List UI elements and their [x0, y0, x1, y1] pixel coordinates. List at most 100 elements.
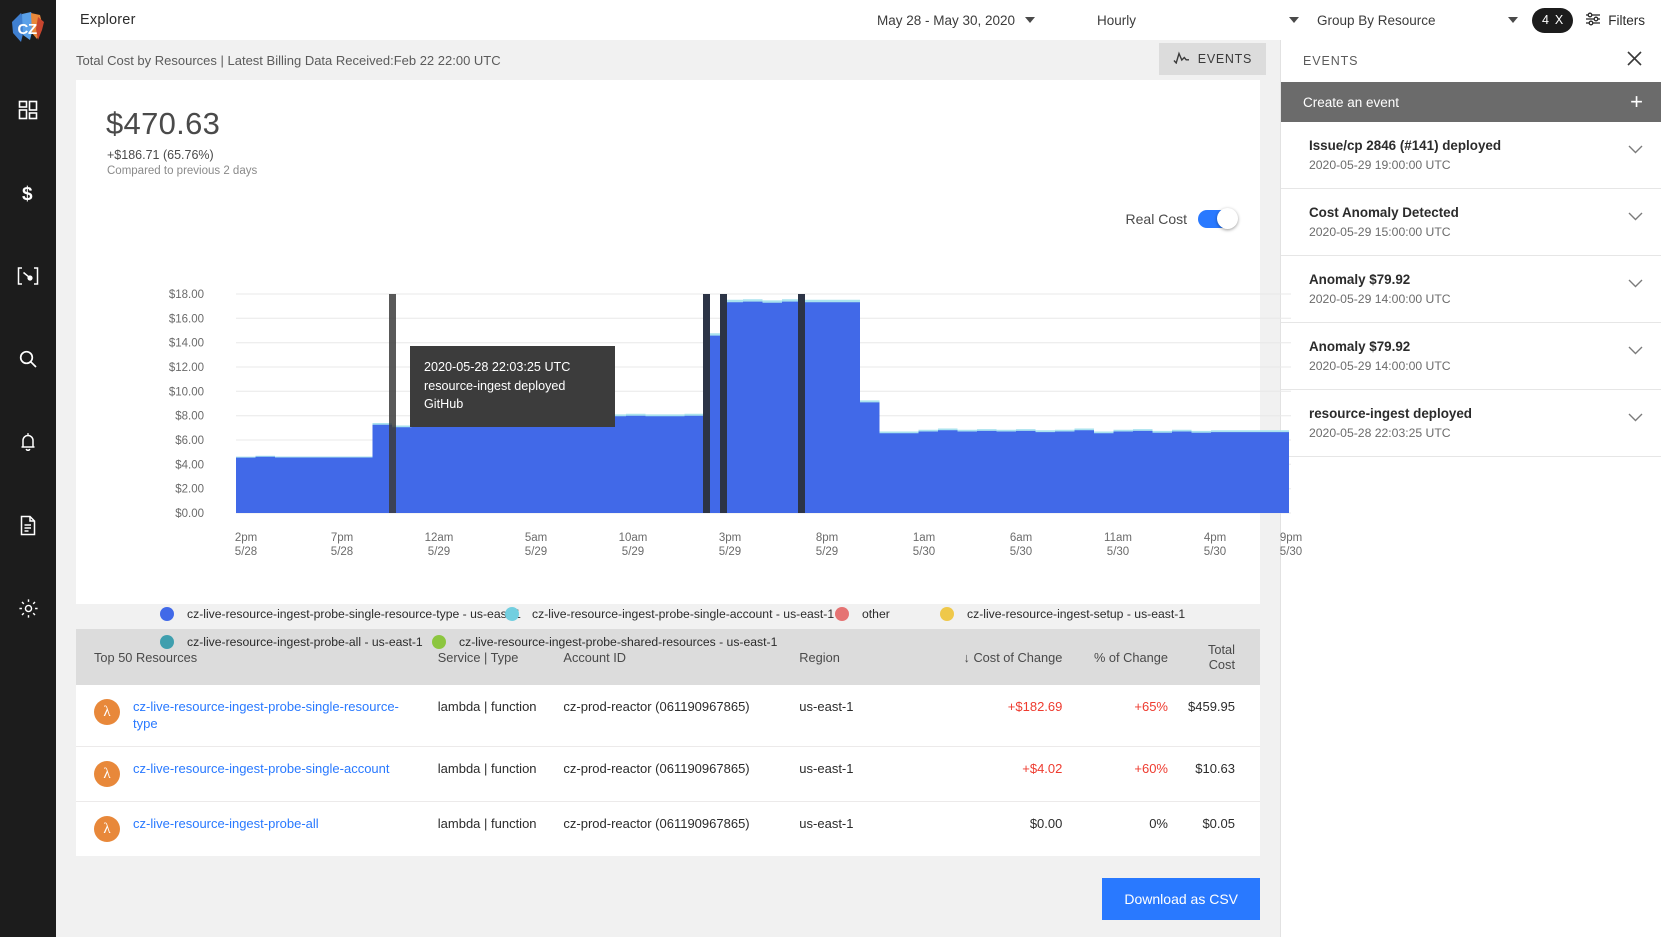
- document-icon: [19, 515, 37, 536]
- legend-item-3[interactable]: cz-live-resource-ingest-setup - us-east-…: [940, 607, 1185, 621]
- chevron-down-icon[interactable]: [1628, 275, 1643, 293]
- body-column: Explorer May 28 - May 30, 2020 Hourly Gr…: [56, 0, 1661, 937]
- sidebar-item-search[interactable]: [0, 331, 56, 387]
- event-list-item[interactable]: Cost Anomaly Detected 2020-05-29 15:00:0…: [1281, 189, 1661, 256]
- events-panel-header: EVENTS: [1281, 40, 1661, 82]
- app-logo[interactable]: C Z: [0, 0, 56, 56]
- svg-text:$6.00: $6.00: [175, 435, 204, 447]
- resource-link[interactable]: cz-live-resource-ingest-probe-single-acc…: [133, 761, 390, 778]
- billing-subtitle: Total Cost by Resources | Latest Billing…: [76, 53, 501, 68]
- legend-color-swatch: [432, 635, 446, 649]
- event-list-item[interactable]: Issue/cp 2846 (#141) deployed 2020-05-29…: [1281, 122, 1661, 189]
- clear-filters-icon[interactable]: X: [1555, 13, 1563, 27]
- svg-text:$4.00: $4.00: [175, 459, 204, 471]
- event-list-item[interactable]: Anomaly $79.92 2020-05-29 14:00:00 UTC: [1281, 256, 1661, 323]
- event-text: Anomaly $79.92 2020-05-29 14:00:00 UTC: [1309, 272, 1628, 306]
- close-icon[interactable]: [1626, 50, 1643, 72]
- group-by-select[interactable]: Group By Resource: [1317, 0, 1532, 40]
- sidebar-item-resources[interactable]: [0, 248, 56, 304]
- event-timestamp: 2020-05-29 15:00:00 UTC: [1309, 225, 1628, 239]
- sidebar-item-reports[interactable]: [0, 497, 56, 553]
- svg-text:11am: 11am: [1104, 532, 1132, 544]
- legend-color-swatch: [940, 607, 954, 621]
- event-marker-issue-deployed: [798, 294, 805, 513]
- legend-item-5[interactable]: cz-live-resource-ingest-probe-shared-res…: [432, 635, 777, 649]
- legend-color-swatch: [505, 607, 519, 621]
- legend-item-0[interactable]: cz-live-resource-ingest-probe-single-res…: [160, 607, 505, 621]
- cell-resource: λ cz-live-resource-ingest-probe-single-a…: [76, 747, 438, 802]
- dashboard-icon: [18, 100, 38, 120]
- chevron-down-icon: [1508, 17, 1518, 23]
- svg-text:5am: 5am: [525, 532, 547, 544]
- granularity-value: Hourly: [1097, 13, 1136, 28]
- table-row[interactable]: λ cz-live-resource-ingest-probe-all lamb…: [76, 802, 1260, 857]
- date-range-select[interactable]: May 28 - May 30, 2020: [877, 0, 1097, 40]
- create-event-button[interactable]: Create an event +: [1281, 82, 1661, 122]
- cell-total-cost: $459.95: [1188, 685, 1260, 747]
- svg-text:$12.00: $12.00: [169, 362, 204, 374]
- chevron-down-icon[interactable]: [1628, 409, 1643, 427]
- resources-icon: [16, 266, 40, 286]
- svg-text:$10.00: $10.00: [169, 386, 204, 398]
- event-list-item[interactable]: resource-ingest deployed 2020-05-28 22:0…: [1281, 390, 1661, 457]
- chevron-down-icon[interactable]: [1628, 208, 1643, 226]
- real-cost-toggle[interactable]: [1198, 210, 1236, 228]
- group-by-value: Group By Resource: [1317, 13, 1436, 28]
- cell-resource: λ cz-live-resource-ingest-probe-single-r…: [76, 685, 438, 747]
- svg-text:$18.00: $18.00: [169, 289, 204, 301]
- event-text: Cost Anomaly Detected 2020-05-29 15:00:0…: [1309, 205, 1628, 239]
- event-marker-anomaly-2: [720, 294, 727, 513]
- event-title: Issue/cp 2846 (#141) deployed: [1309, 138, 1628, 153]
- svg-text:5/28: 5/28: [235, 546, 257, 558]
- event-text: Anomaly $79.92 2020-05-29 14:00:00 UTC: [1309, 339, 1628, 373]
- events-toggle-button[interactable]: EVENTS: [1159, 43, 1266, 75]
- table-row[interactable]: λ cz-live-resource-ingest-probe-single-r…: [76, 685, 1260, 747]
- chart-legend: cz-live-resource-ingest-probe-single-res…: [76, 607, 1260, 663]
- svg-text:5/29: 5/29: [622, 546, 644, 558]
- legend-label: cz-live-resource-ingest-probe-shared-res…: [459, 635, 777, 649]
- tooltip-source: GitHub: [424, 395, 601, 414]
- cell-resource: λ cz-live-resource-ingest-probe-all: [76, 802, 438, 857]
- svg-text:5/30: 5/30: [1107, 546, 1129, 558]
- cell-pct-of-change: +65%: [1074, 685, 1188, 747]
- sidebar-item-alerts[interactable]: [0, 414, 56, 470]
- granularity-select[interactable]: Hourly: [1097, 0, 1317, 40]
- cell-cost-of-change: $0.00: [932, 802, 1075, 857]
- legend-item-4[interactable]: cz-live-resource-ingest-probe-all - us-e…: [160, 635, 432, 649]
- active-filters-pill[interactable]: 4 X: [1532, 8, 1573, 33]
- resource-link[interactable]: cz-live-resource-ingest-probe-single-res…: [133, 699, 423, 732]
- cost-chart[interactable]: $18.00 $16.00 $14.00 $12.00 $10.00 $8.00…: [76, 276, 1260, 606]
- event-timestamp: 2020-05-29 14:00:00 UTC: [1309, 292, 1628, 306]
- chevron-down-icon[interactable]: [1628, 342, 1643, 360]
- top-bar: Explorer May 28 - May 30, 2020 Hourly Gr…: [56, 0, 1661, 40]
- filters-button[interactable]: Filters: [1585, 12, 1645, 29]
- event-text: Issue/cp 2846 (#141) deployed 2020-05-29…: [1309, 138, 1628, 172]
- resource-cell: λ cz-live-resource-ingest-probe-single-r…: [76, 699, 438, 732]
- table-row[interactable]: λ cz-live-resource-ingest-probe-single-a…: [76, 747, 1260, 802]
- event-marker-anomaly-1: [703, 294, 710, 513]
- event-timestamp: 2020-05-29 14:00:00 UTC: [1309, 359, 1628, 373]
- event-list-item[interactable]: Anomaly $79.92 2020-05-29 14:00:00 UTC: [1281, 323, 1661, 390]
- svg-text:$: $: [22, 184, 33, 204]
- svg-text:5/29: 5/29: [719, 546, 741, 558]
- download-csv-button[interactable]: Download as CSV: [1102, 878, 1260, 920]
- y-axis-labels: $18.00 $16.00 $14.00 $12.00 $10.00 $8.00…: [169, 289, 204, 520]
- table-body: λ cz-live-resource-ingest-probe-single-r…: [76, 685, 1260, 856]
- chevron-down-icon[interactable]: [1628, 141, 1643, 159]
- cell-total-cost: $0.05: [1188, 802, 1260, 857]
- sidebar-item-dashboard[interactable]: [0, 82, 56, 138]
- lambda-icon: λ: [94, 816, 120, 842]
- cell-total-cost: $10.63: [1188, 747, 1260, 802]
- chart-card: $470.63 +$186.71 (65.76%) Compared to pr…: [76, 80, 1260, 604]
- legend-item-1[interactable]: cz-live-resource-ingest-probe-single-acc…: [505, 607, 835, 621]
- resource-link[interactable]: cz-live-resource-ingest-probe-all: [133, 816, 319, 833]
- svg-text:5/30: 5/30: [913, 546, 935, 558]
- events-panel: EVENTS Create an event + Issue/cp 2846 (…: [1280, 40, 1661, 937]
- cell-account-id: cz-prod-reactor (061190967865): [563, 747, 799, 802]
- filters-label: Filters: [1608, 13, 1645, 28]
- sidebar-item-cost[interactable]: $: [0, 165, 56, 221]
- filters-icon: [1585, 12, 1601, 29]
- sidebar-item-settings[interactable]: [0, 580, 56, 636]
- legend-item-2[interactable]: other: [835, 607, 940, 621]
- event-timestamp: 2020-05-29 19:00:00 UTC: [1309, 158, 1628, 172]
